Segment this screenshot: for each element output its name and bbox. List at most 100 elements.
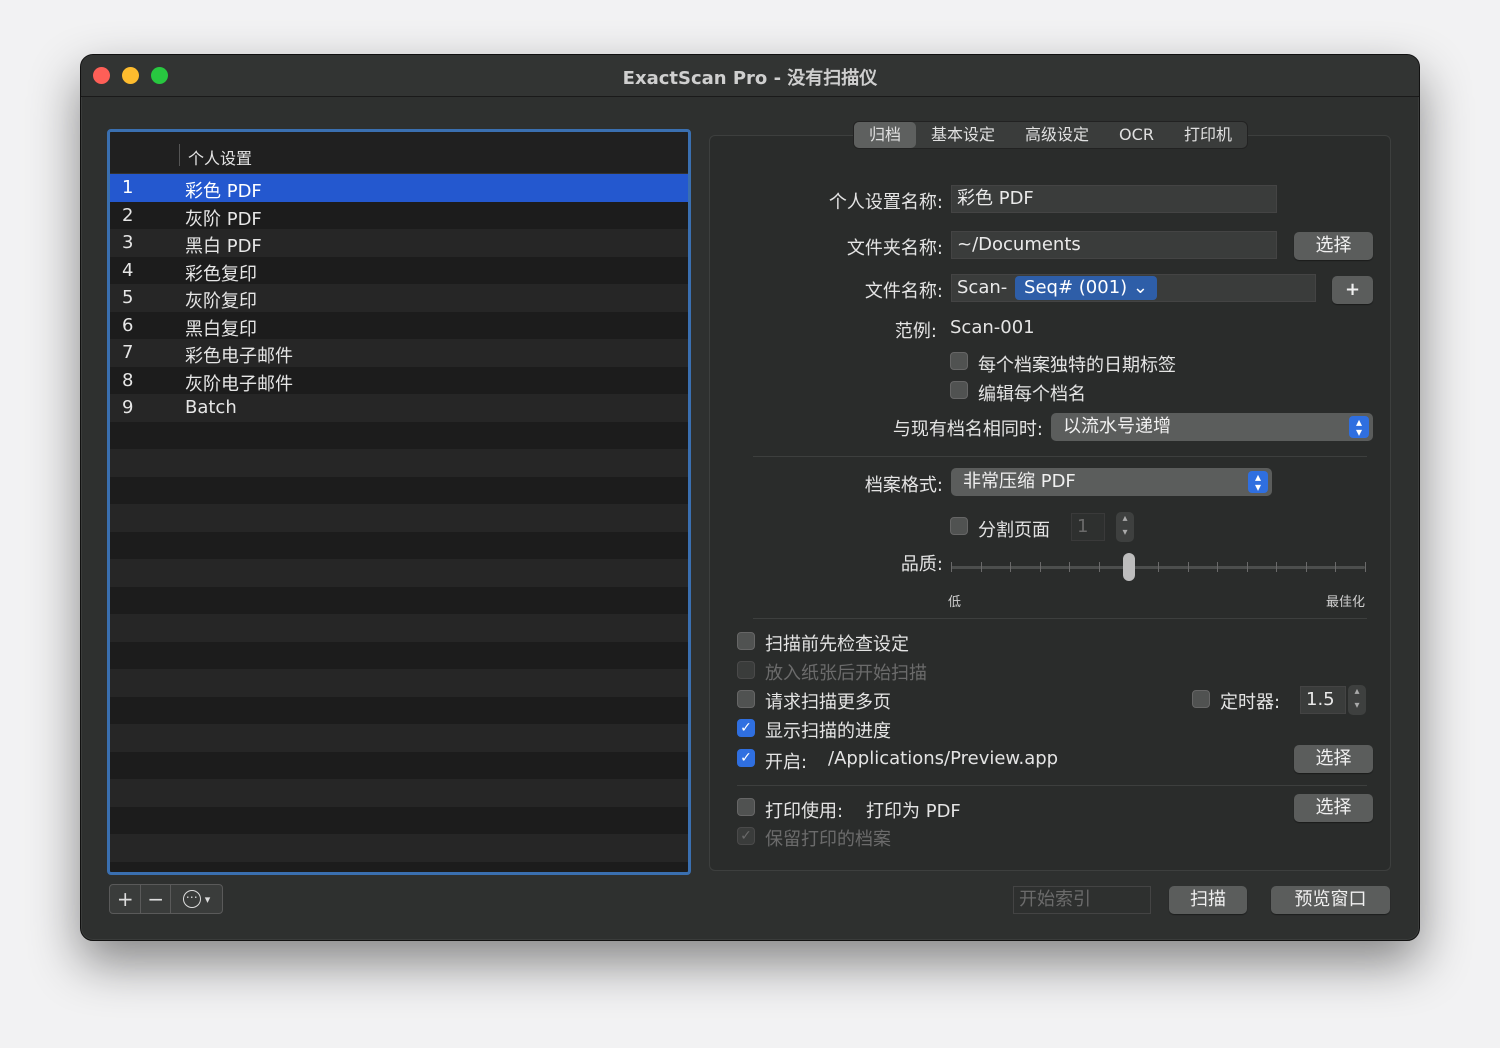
start-on-paper-label: 放入纸张后开始扫描 <box>765 663 927 684</box>
separator <box>753 456 1367 457</box>
open-with-label: 开启: <box>765 752 808 773</box>
profile-row[interactable]: 2 灰阶 PDF <box>110 201 688 230</box>
minus-icon: − <box>147 887 165 911</box>
slider-tick <box>1217 562 1219 572</box>
show-progress-checkbox[interactable]: ✓ <box>737 719 755 737</box>
separator <box>737 785 1367 786</box>
profile-name-field[interactable]: 彩色 PDF <box>951 185 1277 213</box>
choose-folder-button[interactable]: 选择 <box>1294 232 1373 260</box>
open-with-checkbox[interactable]: ✓ <box>737 749 755 767</box>
slider-tick <box>1158 562 1159 572</box>
profile-row[interactable]: 9 Batch <box>110 394 688 422</box>
tab-advanced[interactable]: 高级设定 <box>1010 122 1104 148</box>
profile-row-name: 彩色复印 <box>185 263 257 285</box>
keep-printed-label: 保留打印的档案 <box>765 829 891 850</box>
empty-row <box>110 614 688 642</box>
window-title: ExactScan Pro - 没有扫描仪 <box>622 68 878 89</box>
check-settings-checkbox[interactable] <box>737 632 755 650</box>
profile-row-number: 5 <box>122 287 134 308</box>
split-pages-stepper[interactable]: ▴ ▾ <box>1116 512 1134 542</box>
profile-row-number: 7 <box>122 342 134 363</box>
timer-field[interactable]: 1.5 <box>1300 686 1346 714</box>
profile-row-name: 黑白 PDF <box>185 236 262 257</box>
request-more-checkbox[interactable] <box>737 690 755 708</box>
conflict-label: 与现有档名相同时: <box>892 419 1043 440</box>
scan-button[interactable]: 扫描 <box>1169 886 1247 914</box>
slider-tick <box>1246 562 1248 572</box>
print-with-label: 打印使用: <box>765 801 844 822</box>
updown-chevron-icon: ▴ ▾ <box>1248 471 1268 493</box>
preview-window-button[interactable]: 预览窗口 <box>1271 886 1390 914</box>
settings-tabs: 归档 基本设定 高级设定 OCR 打印机 <box>853 121 1248 149</box>
empty-row <box>110 531 688 559</box>
remove-profile-button[interactable]: − <box>141 885 171 913</box>
tab-basic[interactable]: 基本设定 <box>916 122 1010 148</box>
empty-row <box>110 449 688 477</box>
example-value: Scan-001 <box>950 317 1035 338</box>
split-pages-count[interactable]: 1 <box>1071 513 1105 541</box>
slider-tick <box>1305 562 1307 572</box>
format-popup[interactable]: 非常压缩 PDF ▴ ▾ <box>951 468 1272 496</box>
choose-printer-button[interactable]: 选择 <box>1294 794 1373 822</box>
profile-row[interactable]: 7 彩色电子邮件 <box>110 339 688 367</box>
profile-row[interactable]: 5 灰阶复印 <box>110 284 688 312</box>
choose-app-button[interactable]: 选择 <box>1294 745 1373 773</box>
slider-tick <box>1069 562 1071 572</box>
separator <box>753 618 1367 619</box>
profile-row-number: 9 <box>122 397 134 418</box>
profile-row[interactable]: 3 黑白 PDF <box>110 229 688 257</box>
empty-row <box>110 476 688 504</box>
profile-table[interactable]: 个人设置 1 彩色 PDF 2 灰阶 PDF 3 黑白 PDF 4 彩色复印 5 灰阶复印 6 黑白复… <box>107 129 691 875</box>
empty-row <box>110 751 688 779</box>
example-label: 范例: <box>894 321 937 342</box>
check-settings-label: 扫描前先检查设定 <box>765 634 909 655</box>
add-profile-button[interactable]: + <box>110 885 142 913</box>
start-index-field[interactable]: 开始索引 <box>1013 886 1151 914</box>
profile-row[interactable]: 1 彩色 PDF <box>110 174 688 202</box>
folder-name-field[interactable]: ~/Documents <box>951 231 1277 259</box>
profile-row[interactable]: 6 黑白复印 <box>110 311 688 340</box>
tab-archive[interactable]: 归档 <box>854 122 917 148</box>
start-on-paper-checkbox <box>737 661 755 679</box>
slider-tick <box>951 562 952 572</box>
profile-row-number: 6 <box>122 314 134 336</box>
tab-ocr[interactable]: OCR <box>1104 122 1169 148</box>
slider-tick <box>980 562 982 572</box>
edit-each-checkbox[interactable] <box>950 381 968 399</box>
print-with-checkbox[interactable] <box>737 798 755 816</box>
format-value: 非常压缩 PDF <box>963 471 1076 492</box>
profile-row-number: 2 <box>122 204 134 226</box>
empty-row <box>110 559 688 587</box>
profile-row-name: 彩色 PDF <box>185 181 262 202</box>
slider-tick <box>1039 562 1041 572</box>
profile-row-name: Batch <box>185 397 237 418</box>
profile-row-name: 灰阶电子邮件 <box>185 373 293 395</box>
slider-tick <box>1098 562 1100 572</box>
profile-rows: 1 彩色 PDF 2 灰阶 PDF 3 黑白 PDF 4 彩色复印 5 灰阶复印 6 黑白复印 7 彩色电… <box>110 174 688 862</box>
profile-row-name: 灰阶复印 <box>185 291 257 312</box>
profile-row[interactable]: 4 彩色复印 <box>110 256 688 285</box>
profile-row-number: 1 <box>122 177 134 198</box>
empty-row <box>110 504 688 532</box>
tab-printer[interactable]: 打印机 <box>1169 122 1247 148</box>
split-pages-checkbox[interactable] <box>950 517 968 535</box>
profile-name-label: 个人设置名称: <box>828 192 943 213</box>
unique-date-checkbox[interactable] <box>950 352 968 370</box>
quality-slider-thumb[interactable] <box>1123 553 1136 581</box>
profile-actions-menu[interactable]: ⋯ ▾ <box>171 885 222 913</box>
conflict-popup[interactable]: 以流水号递增 ▴ ▾ <box>1051 413 1373 441</box>
profile-table-header: 个人设置 <box>110 132 688 174</box>
edit-each-label: 编辑每个档名 <box>978 384 1086 405</box>
timer-stepper[interactable]: ▴ ▾ <box>1348 685 1366 715</box>
add-token-button[interactable]: + <box>1332 276 1373 304</box>
sequence-token[interactable]: Seq# (001) ⌄ <box>1015 276 1157 300</box>
keep-printed-checkbox: ✓ <box>737 827 755 845</box>
slider-tick <box>1276 562 1278 572</box>
empty-row <box>110 834 688 862</box>
profile-row-number: 4 <box>122 259 134 281</box>
timer-checkbox[interactable] <box>1192 690 1210 708</box>
profile-column-header: 个人设置 <box>188 149 253 168</box>
slider-tick <box>1365 562 1366 572</box>
profile-row-name: 彩色电子邮件 <box>185 346 293 367</box>
profile-row[interactable]: 8 灰阶电子邮件 <box>110 366 688 395</box>
